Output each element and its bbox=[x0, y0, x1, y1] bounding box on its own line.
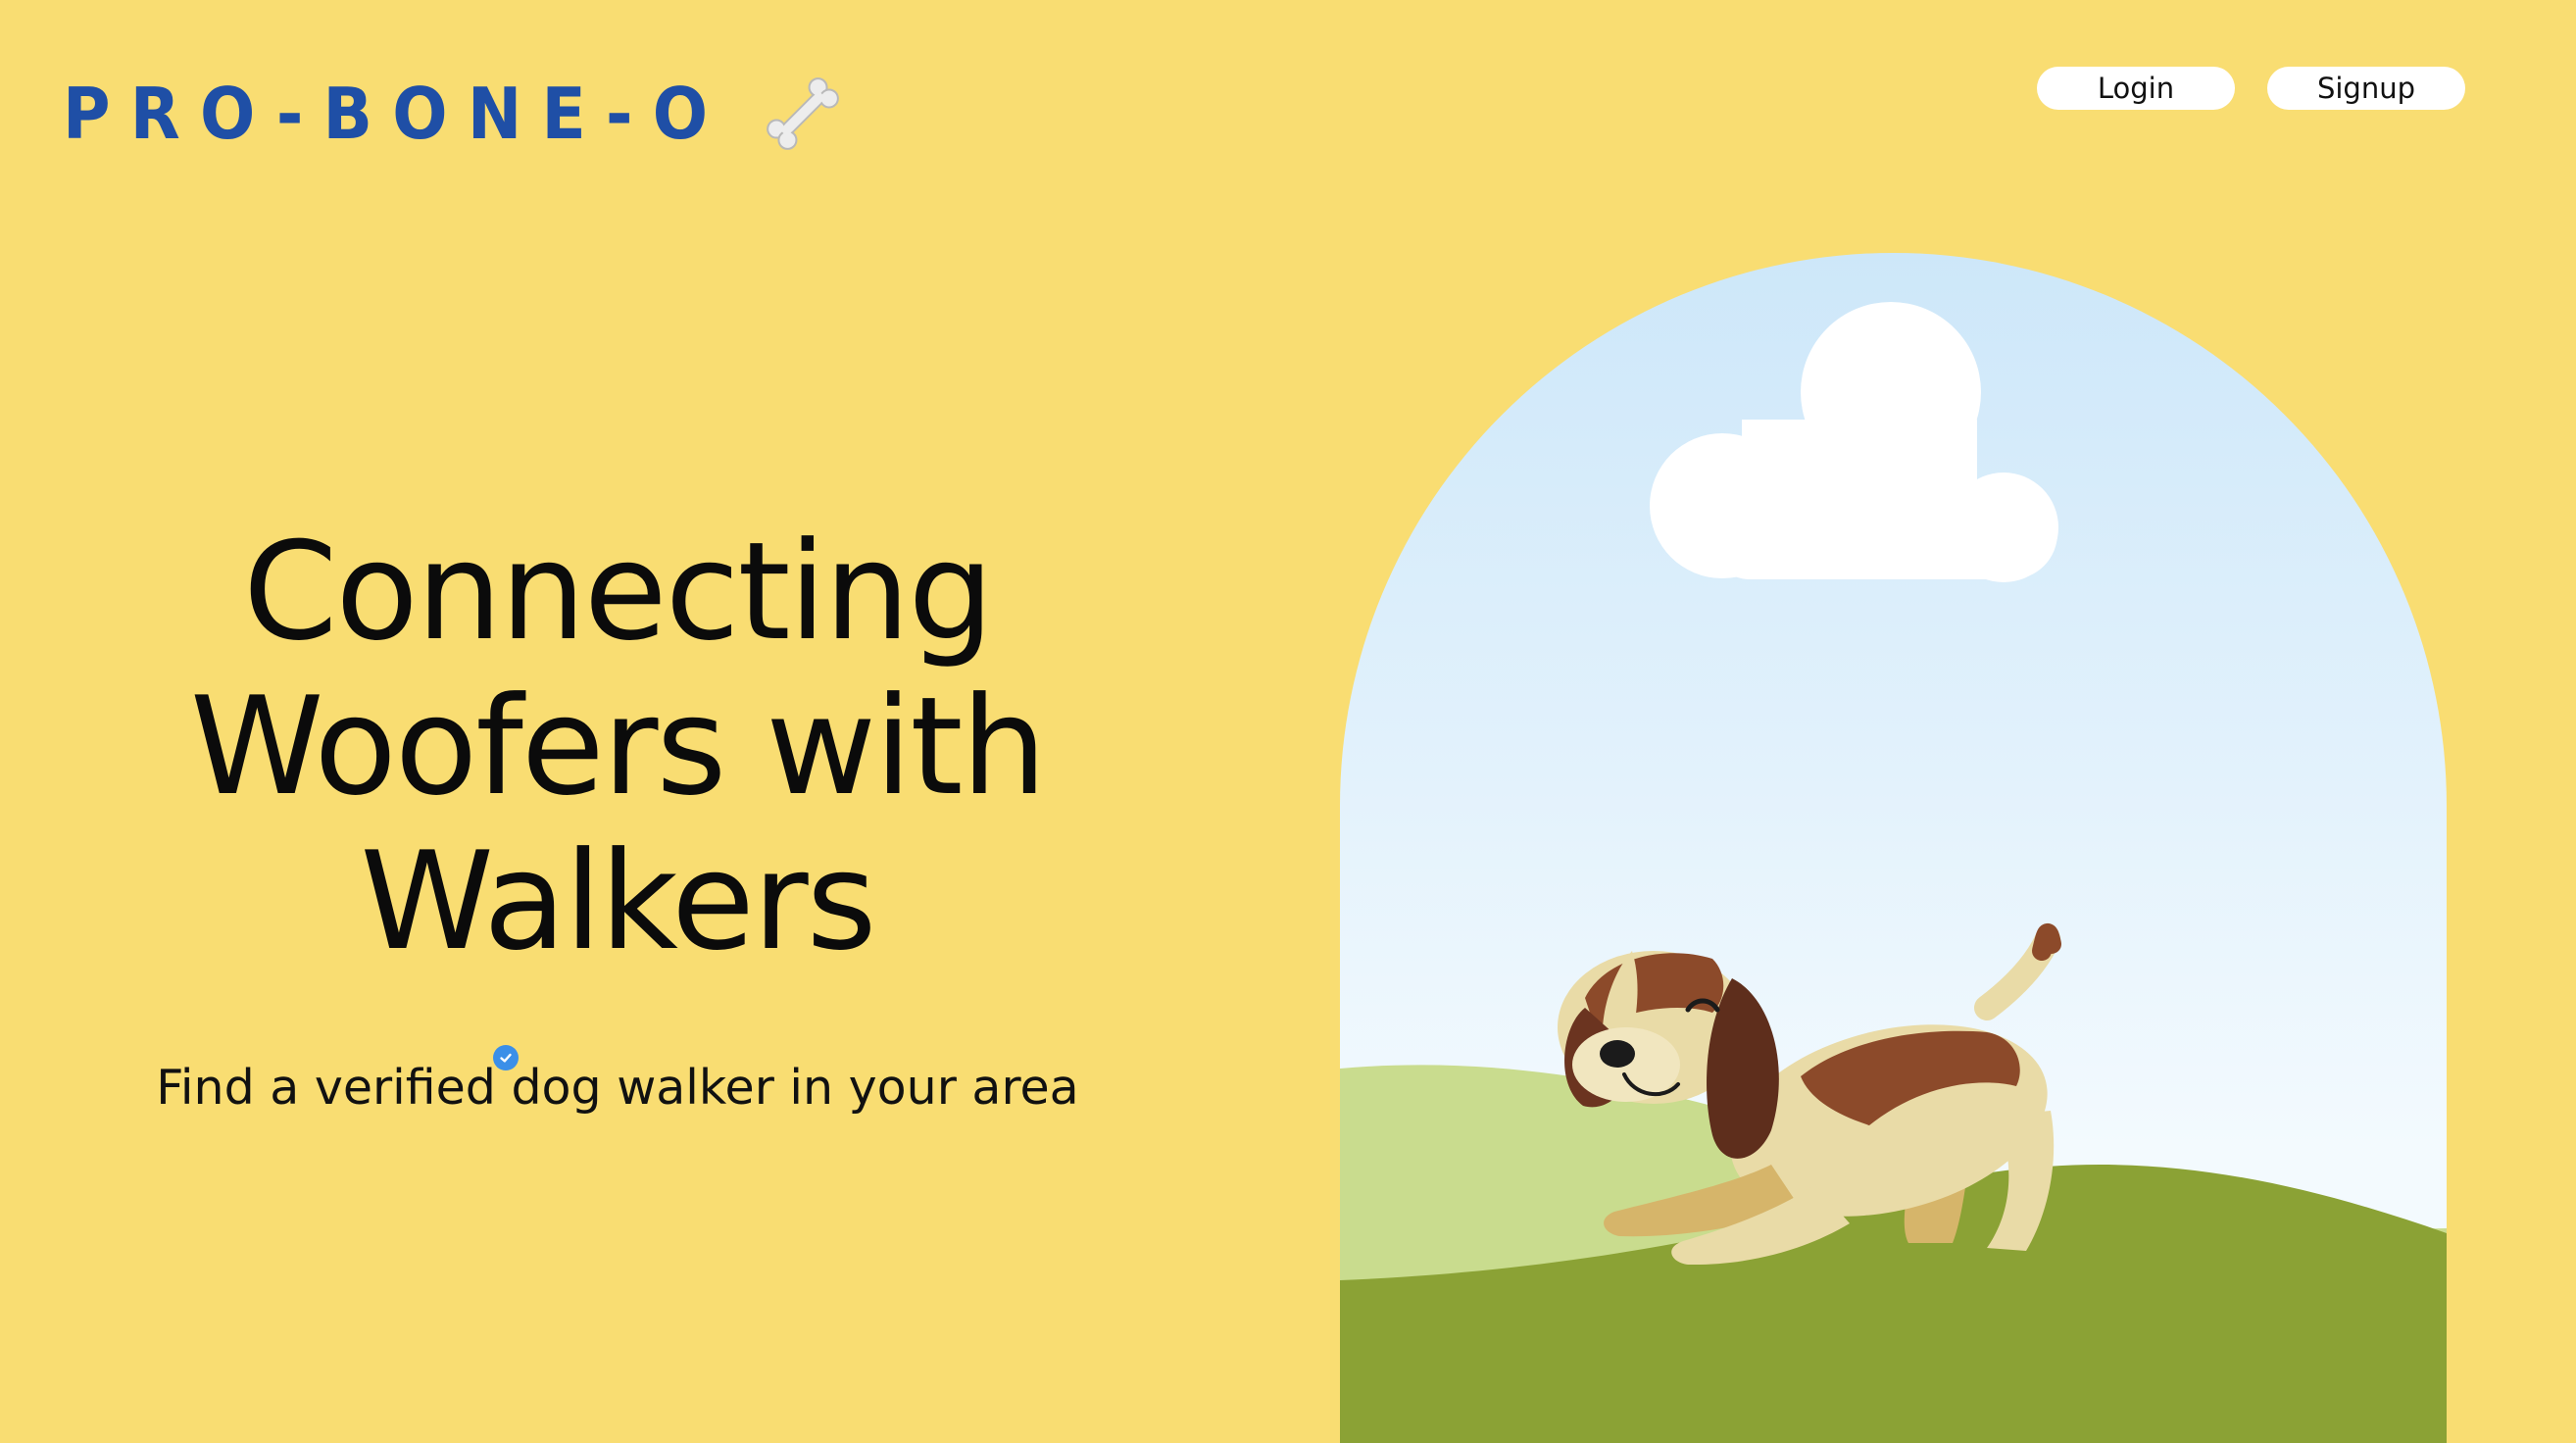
login-button[interactable]: Login bbox=[2037, 67, 2235, 110]
headline-line-2: Woofers with bbox=[190, 668, 1047, 825]
illustration-scene bbox=[1340, 302, 2447, 1443]
bone-icon bbox=[767, 77, 840, 150]
signup-button[interactable]: Signup bbox=[2267, 67, 2465, 110]
cloud-icon bbox=[1650, 302, 2058, 582]
brand-logo[interactable]: PRO-BONE-O bbox=[63, 67, 850, 161]
verified-check-icon bbox=[493, 1045, 519, 1070]
hero-headline: Connecting Woofers with Walkers bbox=[59, 515, 1176, 979]
hero-illustration bbox=[1340, 253, 2447, 1443]
logo-text: PRO-BONE-O bbox=[63, 73, 728, 155]
headline-line-3: Walkers bbox=[360, 822, 876, 980]
headline-line-1: Connecting bbox=[243, 513, 994, 671]
hero-subtitle: Find a verified dog walker in your area bbox=[156, 1060, 1079, 1116]
